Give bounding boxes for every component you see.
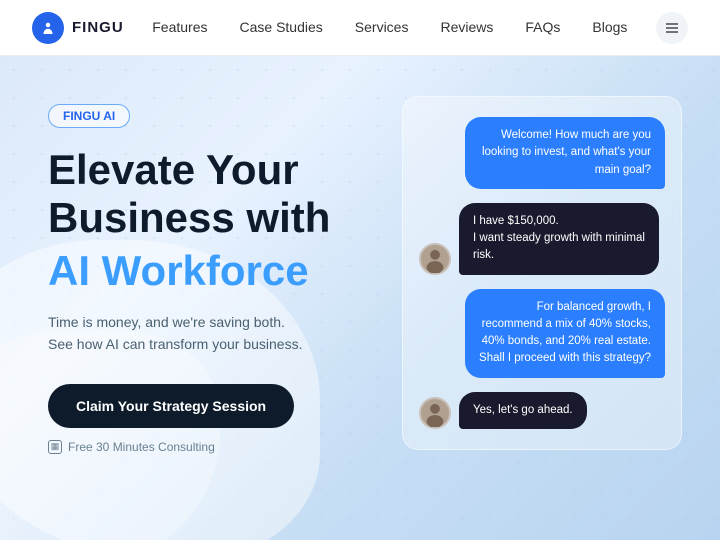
cta-note: ▦ Free 30 Minutes Consulting	[48, 440, 380, 454]
nav-item-services[interactable]: Services	[355, 19, 409, 37]
nav-item-faqs[interactable]: FAQs	[525, 19, 560, 37]
nav-item-case-studies[interactable]: Case Studies	[240, 19, 323, 37]
nav-links: Features Case Studies Services Reviews F…	[152, 19, 627, 37]
hero-badge: FINGU AI	[48, 104, 130, 128]
chat-bubble-3: For balanced growth, I recommend a mix o…	[465, 289, 665, 378]
chat-bubble-4: Yes, let's go ahead.	[459, 392, 587, 429]
logo-label: FINGU	[72, 19, 124, 36]
chat-avatar-1	[419, 243, 451, 275]
hero-subtitle: Time is money, and we're saving both.See…	[48, 311, 328, 356]
logo-svg	[39, 19, 57, 37]
nav-item-features[interactable]: Features	[152, 19, 207, 37]
calendar-icon: ▦	[48, 440, 62, 454]
logo[interactable]: FINGU	[32, 12, 124, 44]
user-avatar-icon-2	[421, 399, 449, 427]
chat-message-2: I have $150,000.I want steady growth wit…	[419, 203, 665, 275]
chat-avatar-2	[419, 397, 451, 429]
hero-section: FINGU AI Elevate Your Business with AI W…	[0, 56, 720, 540]
nav-item-reviews[interactable]: Reviews	[440, 19, 493, 37]
cta-button[interactable]: Claim Your Strategy Session	[48, 384, 294, 428]
chat-panel: Welcome! How much are you looking to inv…	[402, 96, 682, 450]
chat-bubble-1: Welcome! How much are you looking to inv…	[465, 117, 665, 189]
menu-icon	[664, 20, 680, 36]
logo-icon	[32, 12, 64, 44]
chat-message-4: Yes, let's go ahead.	[419, 392, 665, 429]
chat-message-3: For balanced growth, I recommend a mix o…	[419, 289, 665, 378]
chat-message-1: Welcome! How much are you looking to inv…	[419, 117, 665, 189]
hero-right-chat: Welcome! How much are you looking to inv…	[380, 56, 720, 540]
hero-title-line1: Elevate Your Business with	[48, 146, 380, 243]
user-avatar-icon	[421, 245, 449, 273]
navbar: FINGU Features Case Studies Services Rev…	[0, 0, 720, 56]
nav-menu-button[interactable]	[656, 12, 688, 44]
nav-item-blogs[interactable]: Blogs	[592, 19, 627, 37]
chat-bubble-2: I have $150,000.I want steady growth wit…	[459, 203, 659, 275]
hero-title-accent: AI Workforce	[48, 247, 380, 295]
hero-left-content: FINGU AI Elevate Your Business with AI W…	[0, 56, 380, 540]
